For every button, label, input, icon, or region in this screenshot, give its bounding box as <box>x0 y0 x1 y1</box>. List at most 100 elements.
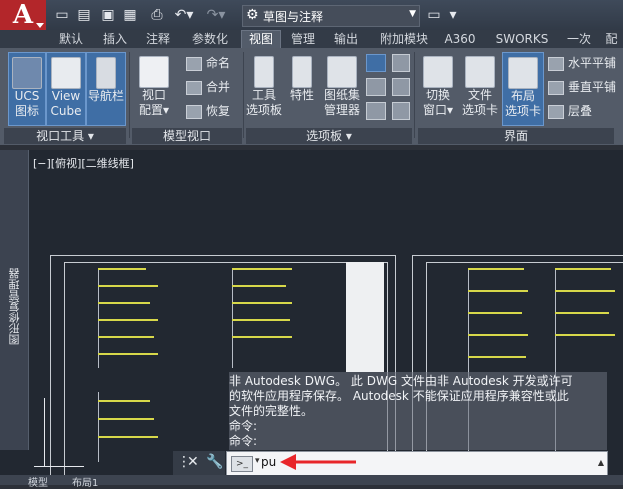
command-input-text: pu <box>261 455 277 469</box>
circuit-line <box>98 418 154 420</box>
tab-manage[interactable]: 管理 <box>284 31 322 48</box>
chevron-down-icon[interactable]: ▾ <box>255 456 260 466</box>
tile-vertical-icon <box>548 80 564 95</box>
tool-palettes-icon <box>254 56 274 88</box>
customize-qat-icon[interactable]: ▾ <box>446 6 460 24</box>
circuit-line <box>98 268 146 270</box>
ucs-x-axis <box>34 466 84 467</box>
ucs-y-axis <box>44 398 45 466</box>
palette-toggle-6-icon[interactable] <box>392 102 410 120</box>
tab-annotate[interactable]: 注释 <box>138 31 178 48</box>
sheet-set-manager-button[interactable]: 图纸集 管理器 <box>322 52 362 124</box>
workspace-name: 草图与注释 <box>263 10 324 24</box>
chevron-down-icon <box>36 23 44 28</box>
panel-label-interface: 界面 <box>418 128 614 144</box>
tab-default[interactable]: 默认 <box>50 31 92 48</box>
open-icon[interactable]: ▤ <box>76 6 92 24</box>
circuit-line <box>468 290 528 292</box>
undo-icon[interactable]: ↶▾ <box>172 6 196 24</box>
circuit-line <box>232 302 292 304</box>
palette-toggle-2-icon[interactable] <box>366 78 386 96</box>
tab-a360[interactable]: A360 <box>440 31 480 48</box>
file-tabs-icon <box>465 56 495 88</box>
ucs-icon <box>12 57 42 89</box>
layout-tabs-button[interactable]: 布局 选项卡 <box>502 52 544 126</box>
command-prompt-icon[interactable]: >_ <box>231 456 253 472</box>
circuit-bus <box>98 392 99 462</box>
circuit-line <box>98 400 150 402</box>
tab-output[interactable]: 输出 <box>326 31 366 48</box>
circuit-line <box>555 290 615 292</box>
chevron-up-icon[interactable]: ▲ <box>598 458 604 467</box>
tab-model[interactable]: 模型 <box>28 474 48 489</box>
tile-horizontal-button[interactable]: 水平平铺 <box>548 54 616 72</box>
tab-once[interactable]: 一次 <box>562 31 596 48</box>
viewcube-button[interactable]: View Cube <box>46 52 86 126</box>
circuit-line <box>468 312 522 314</box>
palette-toggle-4-icon[interactable] <box>392 54 410 72</box>
circuit-line <box>555 312 609 314</box>
circuit-line <box>232 268 292 270</box>
panel-label-model-viewports: 模型视口 <box>132 128 242 144</box>
tab-parametric[interactable]: 参数化 <box>182 31 238 48</box>
tile-horizontal-icon <box>548 56 564 71</box>
title-block <box>346 262 384 372</box>
circuit-line <box>98 353 158 355</box>
viewport-controls[interactable]: [−][俯视][二维线框] <box>33 155 134 171</box>
join-viewports-button[interactable]: 合并 <box>186 78 230 96</box>
application-menu-button[interactable]: A <box>0 0 46 30</box>
status-bar: 模型 布局1 <box>0 475 623 489</box>
tab-view[interactable]: 视图 <box>241 30 281 48</box>
tile-vertical-button[interactable]: 垂直平铺 <box>548 78 616 96</box>
drawing-recovery-palette[interactable]: 图形修复管理器 <box>0 150 29 450</box>
redo-icon[interactable]: ↷▾ <box>204 6 228 24</box>
circuit-line <box>98 436 158 438</box>
panel-label-palettes[interactable]: 选项板 ▾ <box>246 128 412 144</box>
circuit-line <box>98 302 150 304</box>
workspace-switcher[interactable]: ⚙ 草图与注释 ▼ <box>242 5 420 27</box>
tab-insert[interactable]: 插入 <box>96 31 134 48</box>
command-history-line: 非 Autodesk DWG。 此 DWG 文件由非 Autodesk 开发或许… <box>229 374 573 388</box>
tab-layout1[interactable]: 布局1 <box>72 474 98 489</box>
save-icon[interactable]: ▣ <box>100 6 116 24</box>
switch-windows-button[interactable]: 切换 窗口▾ <box>418 52 458 124</box>
sheet-set-icon <box>327 56 357 88</box>
ribbon: UCS 图标 View Cube 导航栏 视口工具 ▾ 视口 配置▾ 命名 合并… <box>0 48 623 145</box>
print-icon[interactable]: ⎙ <box>148 6 166 24</box>
file-tabs-button[interactable]: 文件 选项卡 <box>460 52 500 124</box>
tab-more[interactable]: 配 <box>600 31 623 48</box>
tab-addins[interactable]: 附加模块 <box>372 31 436 48</box>
palette-toggle-1-icon[interactable] <box>366 54 386 72</box>
tool-palettes-button[interactable]: 工具 选项板 <box>246 52 282 124</box>
drawing-recovery-title: 图形修复管理器 <box>8 268 21 345</box>
save-as-icon[interactable]: ▦ <box>122 6 138 24</box>
cascade-button[interactable]: 层叠 <box>548 102 592 120</box>
wrench-icon[interactable]: 🔧 <box>206 454 223 470</box>
cube-icon <box>51 57 81 89</box>
new-icon[interactable]: ▭ <box>54 6 70 24</box>
circuit-line <box>468 268 524 270</box>
palette-toggle-5-icon[interactable] <box>392 78 410 96</box>
share-icon[interactable]: ▭ <box>426 6 442 24</box>
named-icon <box>186 56 202 71</box>
viewport-config-button[interactable]: 视口 配置▾ <box>134 52 174 124</box>
command-line-grip[interactable]: ⋮ ✕ 🔧 <box>173 451 225 475</box>
ucs-icon-button[interactable]: UCS 图标 <box>8 52 46 126</box>
properties-button[interactable]: 特性 <box>286 52 318 124</box>
navbar-button[interactable]: 导航栏 <box>86 52 126 126</box>
circuit-bus <box>232 268 233 368</box>
command-history-line: 命令: <box>229 419 258 433</box>
circuit-line <box>232 319 290 321</box>
command-history-line: 命令: <box>229 434 258 448</box>
panel-label-viewport-tools[interactable]: 视口工具 ▾ <box>4 128 126 144</box>
tab-sworks[interactable]: SWORKS <box>486 31 558 48</box>
palette-toggle-3-icon[interactable] <box>366 102 386 120</box>
circuit-line <box>98 319 158 321</box>
close-icon[interactable]: ✕ <box>187 454 199 470</box>
annotation-arrow-icon <box>280 454 356 470</box>
cascade-icon <box>548 104 564 119</box>
chevron-down-icon: ▼ <box>409 9 416 19</box>
restore-viewports-button[interactable]: 恢复 <box>186 102 230 120</box>
named-viewports-button[interactable]: 命名 <box>186 54 230 72</box>
switch-windows-icon <box>423 56 453 88</box>
